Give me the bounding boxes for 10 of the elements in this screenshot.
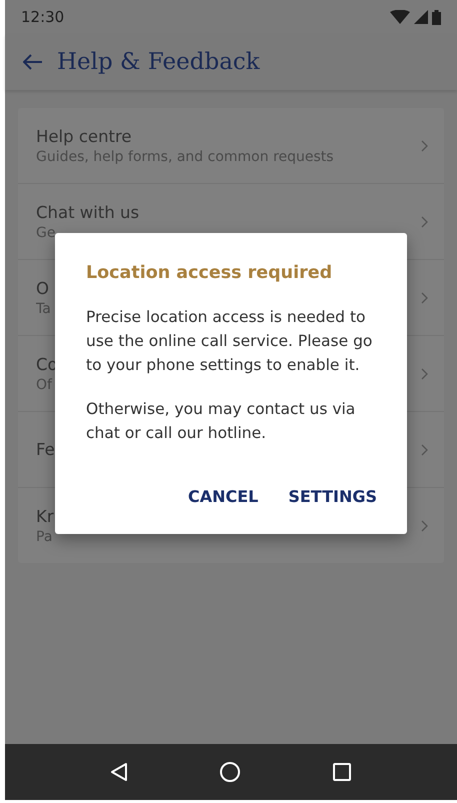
dialog-title: Location access required (86, 263, 334, 283)
menu-item-title: Chat with us (36, 202, 140, 222)
dialog-message: Otherwise, you may contact us via chat or call our hotline. (86, 399, 356, 444)
dialog-message: Precise location access is needed to use the online call service. Please go to your phone settings to enable it. (86, 307, 374, 376)
page-title: Help & Feedback (57, 49, 260, 75)
menu-item-title: Help centre (36, 126, 132, 146)
menu-item-title: O (36, 278, 49, 298)
menu-item-title: Fe (36, 440, 55, 459)
status-time: 12:30 (21, 8, 64, 26)
menu-item-title: Kr (36, 506, 54, 526)
